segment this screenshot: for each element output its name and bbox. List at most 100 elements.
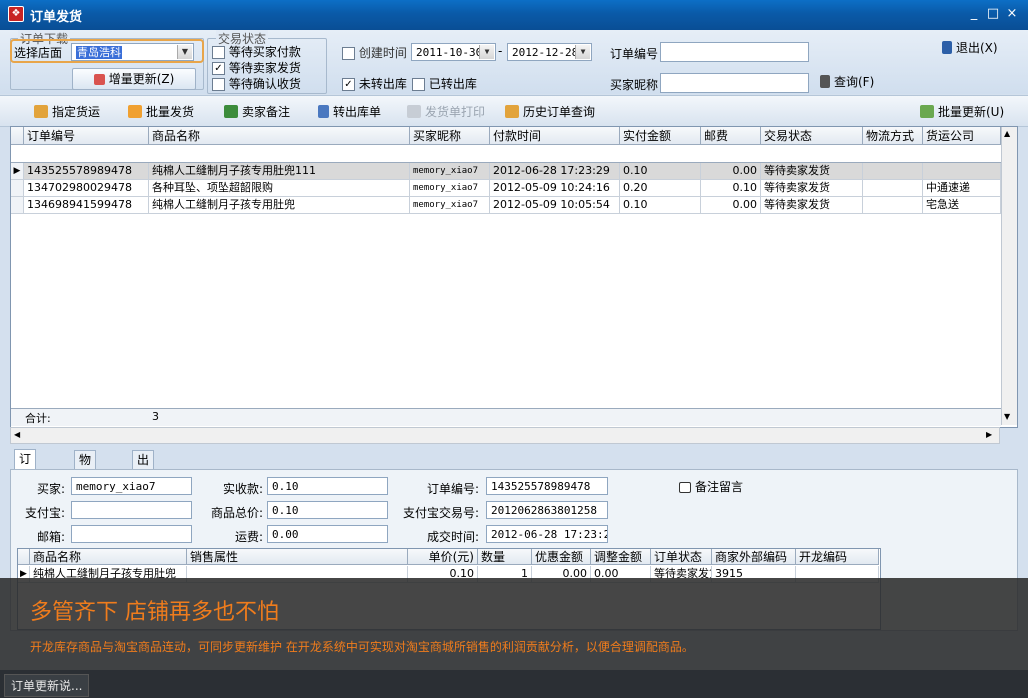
column-header[interactable]: 商品名称 [30,549,187,565]
row-indicator[interactable] [11,197,24,214]
table-cell[interactable]: 2012-06-28 17:23:29 [490,163,620,180]
minimize-button[interactable]: _ [966,6,982,22]
table-cell[interactable]: 等待卖家发货 [761,197,863,214]
alipay-field[interactable] [71,501,192,519]
table-cell[interactable]: 宅急送 [923,197,1001,214]
table-cell[interactable]: 134702980029478 [24,180,149,197]
table-cell[interactable] [863,180,923,197]
table-cell[interactable]: 134698941599478 [24,197,149,214]
maximize-button[interactable]: □ [985,6,1001,22]
chevron-down-icon[interactable]: ▼ [575,45,590,59]
checkbox[interactable] [342,47,355,60]
table-cell[interactable]: 中通速递 [923,180,1001,197]
table-cell[interactable]: 0.10 [620,163,701,180]
query-button[interactable]: 查询(F) [820,73,874,90]
column-header[interactable]: 货运公司 [923,127,1001,145]
column-header[interactable]: 数量 [478,549,532,565]
column-header[interactable]: 开龙编码 [796,549,879,565]
table-cell[interactable]: 0.00 [701,197,761,214]
column-header[interactable]: 单价(元) [408,549,478,565]
status-option-awaiting-receipt[interactable]: 等待确认收货 [212,75,301,92]
table-cell[interactable]: 等待卖家发货 [761,180,863,197]
table-cell[interactable]: memory_xiao7 [410,163,490,180]
column-header[interactable]: 商家外部编码 [712,549,796,565]
column-header[interactable]: 实付金额 [620,127,701,145]
table-cell[interactable]: 等待卖家发货 [761,163,863,180]
checkbox-checked[interactable]: ✓ [212,62,225,75]
checkbox-checked[interactable]: ✓ [342,78,355,91]
received-field[interactable]: 0.10 [267,477,388,495]
to-outbound-button[interactable]: 转出库单 [318,103,381,120]
table-cell[interactable]: 0.20 [620,180,701,197]
status-option-awaiting-payment[interactable]: 等待买家付款 [212,43,301,60]
column-header[interactable]: 商品名称 [149,127,410,145]
exit-button[interactable]: 退出(X) [942,39,998,56]
email-field[interactable] [71,525,192,543]
chevron-down-icon[interactable]: ▼ [479,45,494,59]
column-header[interactable]: 调整金额 [591,549,651,565]
column-header[interactable]: 交易状态 [761,127,863,145]
checkbox[interactable] [412,78,425,91]
horizontal-scrollbar[interactable]: ◀ ▶ [10,427,1000,444]
status-option-awaiting-shipment[interactable]: ✓ 等待卖家发货 [212,59,301,76]
order-no-field[interactable]: 143525578989478 [486,477,608,495]
table-cell[interactable]: 纯棉人工缝制月子孩专用肚兜111 [149,163,410,180]
table-cell[interactable] [863,197,923,214]
filter-row[interactable] [11,145,1001,163]
scroll-right-icon[interactable]: ▶ [986,430,992,439]
column-header[interactable]: 买家昵称 [410,127,490,145]
chevron-down-icon[interactable]: ▼ [177,45,192,59]
batch-ship-button[interactable]: 批量发货 [128,103,194,120]
table-cell[interactable]: 各种耳坠、项坠超韶限购 [149,180,410,197]
history-query-button[interactable]: 历史订单查询 [505,103,595,120]
table-cell[interactable]: memory_xiao7 [410,197,490,214]
store-select[interactable]: 青岛浩科 ▼ [71,43,194,61]
table-cell[interactable]: 143525578989478 [24,163,149,180]
table-cell[interactable]: memory_xiao7 [410,180,490,197]
tab-order-info[interactable]: 订单信息 [14,449,37,520]
not-outbound-toggle[interactable]: ✓ 未转出库 [342,75,407,92]
checkbox[interactable] [212,78,225,91]
table-cell[interactable]: 0.10 [701,180,761,197]
column-header[interactable]: 物流方式 [863,127,923,145]
assign-carrier-button[interactable]: 指定货运 [34,103,100,120]
column-header[interactable]: 优惠金额 [532,549,591,565]
table-cell[interactable]: 2012-05-09 10:24:16 [490,180,620,197]
column-header[interactable]: 订单状态 [651,549,712,565]
freight-field[interactable]: 0.00 [267,525,388,543]
table-cell[interactable]: 0.00 [701,163,761,180]
table-cell[interactable] [923,163,1001,180]
table-cell[interactable]: 0.10 [620,197,701,214]
memo-button[interactable]: 备注留言 [679,478,743,495]
tab-logistics-info[interactable]: 物流信息 [74,450,97,521]
order-no-input[interactable] [660,42,809,62]
date-to-input[interactable]: 2012-12-28 ▼ [507,43,592,61]
column-header[interactable]: 订单编号 [24,127,149,145]
incremental-update-button[interactable]: 增量更新(Z) [72,68,196,90]
outbound-toggle[interactable]: 已转出库 [412,75,477,92]
column-header[interactable]: 邮费 [701,127,761,145]
row-indicator[interactable] [11,180,24,197]
status-text[interactable]: 订单更新说... [4,674,90,697]
deal-time-field[interactable]: 2012-06-28 17:23:29 [486,525,608,543]
seller-memo-button[interactable]: 卖家备注 [224,103,290,120]
table-cell[interactable] [863,163,923,180]
batch-update-button[interactable]: 批量更新(U) [920,103,1004,120]
column-header[interactable]: 销售属性 [187,549,408,565]
vertical-scrollbar[interactable]: ▲ ▼ [1001,127,1017,425]
date-from-input[interactable]: 2011-10-30 ▼ [411,43,496,61]
close-button[interactable]: × [1004,6,1020,22]
create-time-toggle[interactable]: 创建时间 [342,44,407,61]
alipay-trade-field[interactable]: 2012062863801258 [486,501,608,519]
scroll-left-icon[interactable]: ◀ [14,430,20,439]
table-cell[interactable]: 纯棉人工缝制月子孩专用肚兜 [149,197,410,214]
buyer-nick-input[interactable] [660,73,809,93]
scroll-down-icon[interactable]: ▼ [1004,412,1010,421]
table-cell[interactable]: 2012-05-09 10:05:54 [490,197,620,214]
goods-total-field[interactable]: 0.10 [267,501,388,519]
buyer-field[interactable]: memory_xiao7 [71,477,192,495]
current-row-icon[interactable]: ▶ [11,163,24,180]
scroll-up-icon[interactable]: ▲ [1004,129,1010,138]
print-ship-button[interactable]: 发货单打印 [407,103,485,120]
column-header[interactable]: 付款时间 [490,127,620,145]
